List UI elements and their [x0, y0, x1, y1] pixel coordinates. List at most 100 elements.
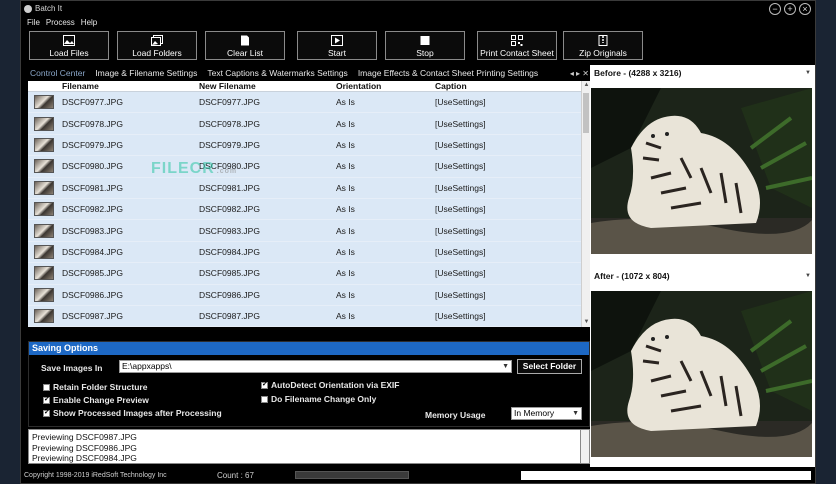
cell-new-filename[interactable]: DSCF0977.JPG — [198, 97, 335, 107]
cell-new-filename[interactable]: DSCF0978.JPG — [198, 119, 335, 129]
retain-folder-structure-checkbox[interactable]: Retain Folder Structure — [43, 382, 147, 392]
save-path-input[interactable]: E:\appxapps\ ▼ — [119, 360, 512, 373]
checkbox-retain-folder[interactable] — [43, 383, 50, 391]
checkbox-enable-preview[interactable] — [43, 395, 50, 404]
cell-caption[interactable]: [UseSettings] — [434, 247, 581, 257]
close-icon[interactable]: × — [799, 3, 811, 15]
tab-text-captions-watermarks[interactable]: Text Captions & Watermarks Settings — [205, 67, 349, 80]
zip-originals-button[interactable]: Zip Originals — [563, 31, 643, 60]
chevron-down-icon[interactable]: ▼ — [805, 67, 811, 80]
cell-orientation[interactable]: As Is — [335, 97, 434, 107]
cell-orientation[interactable]: As Is — [335, 204, 434, 214]
cell-filename: DSCF0982.JPG — [62, 204, 123, 215]
memory-usage-select[interactable]: In Memory ▼ — [511, 407, 582, 420]
cell-filename: DSCF0978.JPG — [62, 118, 123, 129]
after-preview-header[interactable]: After - (1072 x 804) ▼ — [590, 270, 815, 283]
cell-new-filename[interactable]: DSCF0984.JPG — [198, 247, 335, 257]
cell-orientation[interactable]: As Is — [335, 140, 434, 150]
clear-list-button[interactable]: Clear List — [205, 31, 285, 60]
cell-orientation[interactable]: As Is — [335, 247, 434, 257]
table-row[interactable]: DSCF0986.JPG DSCF0986.JPG As Is [UseSett… — [28, 285, 581, 306]
cell-new-filename[interactable]: DSCF0979.JPG — [198, 140, 335, 150]
cell-caption[interactable]: [UseSettings] — [434, 204, 581, 214]
scroll-thumb[interactable] — [583, 93, 589, 133]
cell-new-filename[interactable]: DSCF0982.JPG — [198, 204, 335, 214]
stop-button[interactable]: Stop — [385, 31, 465, 60]
copyright-text: Copyright 1998-2019 iRedSoft Technology … — [24, 472, 167, 479]
cell-caption[interactable]: [UseSettings] — [434, 161, 581, 171]
header-new-filename[interactable]: New Filename — [198, 81, 335, 91]
print-contact-sheet-button[interactable]: Print Contact Sheet — [477, 31, 557, 60]
tab-image-effects-contact-sheet[interactable]: Image Effects & Contact Sheet Printing S… — [356, 67, 540, 80]
tab-scroll-arrows-icon[interactable]: ◂ ▸ ✕ — [570, 67, 589, 80]
cell-caption[interactable]: [UseSettings] — [434, 183, 581, 193]
table-row[interactable]: DSCF0985.JPG DSCF0985.JPG As Is [UseSett… — [28, 263, 581, 285]
table-row[interactable]: DSCF0978.JPG DSCF0978.JPG As Is [UseSett… — [28, 113, 581, 135]
start-button[interactable]: Start — [297, 31, 377, 60]
table-row[interactable]: DSCF0977.JPG DSCF0977.JPG As Is [UseSett… — [28, 92, 581, 114]
status-bar: Copyright 1998-2019 iRedSoft Technology … — [21, 468, 815, 483]
auto-detect-orientation-checkbox[interactable]: AutoDetect Orientation via EXIF — [261, 380, 399, 390]
enable-change-preview-checkbox[interactable]: Enable Change Preview — [43, 395, 149, 405]
menu-file[interactable]: File — [27, 17, 40, 29]
cell-orientation[interactable]: As Is — [335, 311, 434, 321]
do-filename-change-only-checkbox[interactable]: Do Filename Change Only — [261, 394, 376, 404]
cell-orientation[interactable]: As Is — [335, 183, 434, 193]
cell-new-filename[interactable]: DSCF0987.JPG — [198, 311, 335, 321]
chevron-down-icon[interactable]: ▼ — [502, 361, 509, 372]
cell-caption[interactable]: [UseSettings] — [434, 226, 581, 236]
cell-orientation[interactable]: As Is — [335, 119, 434, 129]
cell-new-filename[interactable]: DSCF0981.JPG — [198, 183, 335, 193]
cell-caption[interactable]: [UseSettings] — [434, 119, 581, 129]
table-row[interactable]: DSCF0980.JPG DSCF0980.JPG As Is [UseSett… — [28, 156, 581, 178]
cell-new-filename[interactable]: DSCF0986.JPG — [198, 290, 335, 300]
before-preview-header[interactable]: Before - (4288 x 3216) ▼ — [590, 67, 815, 80]
load-files-label: Load Files — [49, 48, 89, 58]
header-caption[interactable]: Caption — [434, 81, 581, 91]
menu-help[interactable]: Help — [81, 17, 97, 29]
cell-orientation[interactable]: As Is — [335, 268, 434, 278]
table-row[interactable]: DSCF0981.JPG DSCF0981.JPG As Is [UseSett… — [28, 178, 581, 199]
grid-scrollbar[interactable]: ▲ ▼ — [581, 81, 590, 327]
log-scrollbar[interactable] — [581, 429, 590, 464]
cell-caption[interactable]: [UseSettings] — [434, 311, 581, 321]
cell-caption[interactable]: [UseSettings] — [434, 140, 581, 150]
cell-caption[interactable]: [UseSettings] — [434, 290, 581, 300]
chevron-down-icon[interactable]: ▼ — [572, 408, 579, 419]
menu-process[interactable]: Process — [46, 17, 75, 29]
cell-orientation[interactable]: As Is — [335, 290, 434, 300]
tab-control-center[interactable]: Control Center — [28, 67, 87, 80]
table-row[interactable]: DSCF0987.JPG DSCF0987.JPG As Is [UseSett… — [28, 306, 581, 327]
table-row[interactable]: DSCF0982.JPG DSCF0982.JPG As Is [UseSett… — [28, 199, 581, 221]
row-thumbnail — [28, 95, 61, 110]
row-thumbnail — [28, 116, 61, 131]
checkbox-filename-only[interactable] — [261, 395, 268, 403]
select-folder-button[interactable]: Select Folder — [517, 359, 582, 374]
cell-orientation[interactable]: As Is — [335, 226, 434, 236]
cell-new-filename[interactable]: DSCF0983.JPG — [198, 226, 335, 236]
table-row[interactable]: DSCF0983.JPG DSCF0983.JPG As Is [UseSett… — [28, 220, 581, 242]
cell-new-filename[interactable]: DSCF0985.JPG — [198, 268, 335, 278]
load-folders-button[interactable]: Load Folders — [117, 31, 197, 60]
tab-image-filename-settings[interactable]: Image & Filename Settings — [93, 67, 199, 80]
cell-orientation[interactable]: As Is — [335, 161, 434, 171]
table-row[interactable]: DSCF0979.JPG DSCF0979.JPG As Is [UseSett… — [28, 135, 581, 157]
cell-caption[interactable]: [UseSettings] — [434, 268, 581, 278]
checkbox-show-processed[interactable] — [43, 408, 50, 417]
table-row[interactable]: DSCF0984.JPG DSCF0984.JPG As Is [UseSett… — [28, 242, 581, 264]
minimize-icon[interactable]: − — [769, 3, 781, 15]
show-processed-images-checkbox[interactable]: Show Processed Images after Processing — [43, 408, 222, 418]
show-processed-images-label: Show Processed Images after Processing — [53, 408, 222, 418]
enable-change-preview-label: Enable Change Preview — [53, 395, 149, 405]
cell-caption[interactable]: [UseSettings] — [434, 97, 581, 107]
maximize-icon[interactable]: + — [784, 3, 796, 15]
header-orientation[interactable]: Orientation — [335, 81, 434, 91]
load-files-button[interactable]: Load Files — [29, 31, 109, 60]
saving-options-title: Saving Options — [29, 342, 589, 355]
header-filename[interactable]: Filename — [61, 81, 198, 91]
checkbox-auto-detect[interactable] — [261, 380, 268, 389]
chevron-down-icon[interactable]: ▼ — [805, 270, 811, 283]
window-title: Batch It — [35, 4, 63, 13]
cell-filename: DSCF0979.JPG — [62, 139, 123, 150]
cell-filename: DSCF0977.JPG — [62, 97, 123, 108]
